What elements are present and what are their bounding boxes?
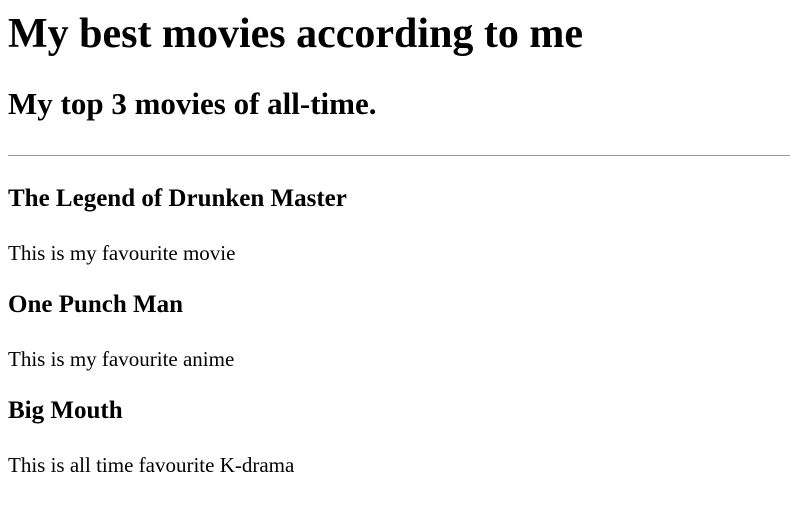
- movie-title: The Legend of Drunken Master: [8, 185, 347, 212]
- page-content: My best movies according to me My top 3 …: [0, 8, 798, 478]
- movie-list: The Legend of Drunken Master This is my …: [8, 183, 790, 478]
- movie-title: One Punch Man: [8, 291, 184, 318]
- movie-title: Big Mouth: [8, 397, 123, 424]
- movie-item: One Punch Man This is my favourite anime: [8, 289, 790, 372]
- page-title: My best movies according to me: [8, 11, 584, 57]
- page-subtitle: My top 3 movies of all-time.: [8, 86, 377, 121]
- movie-description: This is my favourite movie: [8, 241, 236, 265]
- movie-item: Big Mouth This is all time favourite K-d…: [8, 395, 790, 478]
- movie-description: This is my favourite anime: [8, 347, 235, 371]
- divider: [8, 155, 790, 156]
- movie-item: The Legend of Drunken Master This is my …: [8, 183, 790, 266]
- movie-description: This is all time favourite K-drama: [8, 453, 295, 477]
